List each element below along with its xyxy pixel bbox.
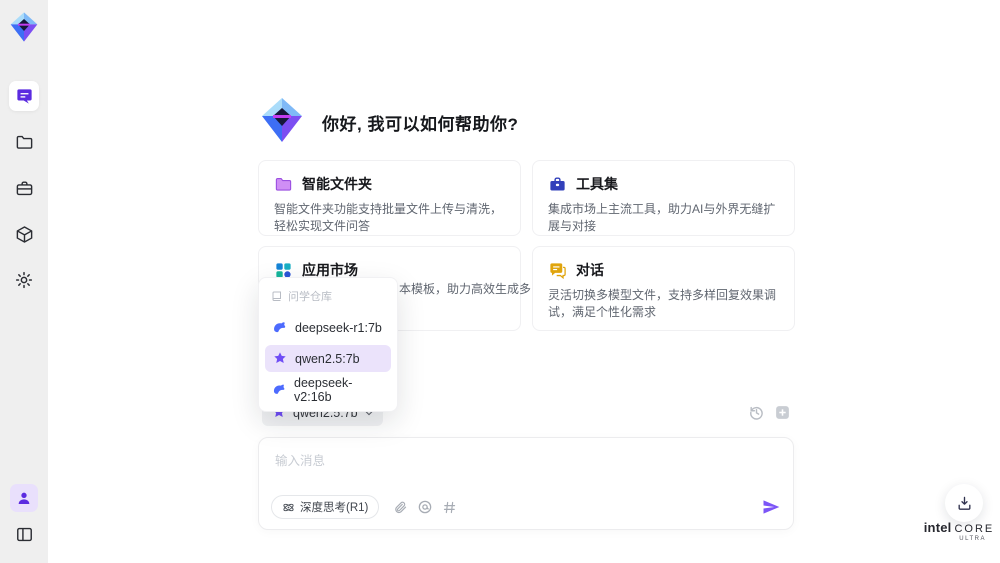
sidebar-item-settings[interactable] — [9, 265, 39, 295]
history-button[interactable] — [748, 404, 765, 421]
card-dialog[interactable]: 对话 灵活切换多模型文件，支持多样回复效果调试，满足个性化需求 — [532, 246, 795, 331]
atom-icon — [283, 503, 294, 511]
send-button[interactable] — [761, 497, 781, 517]
toolset-icon — [550, 176, 565, 190]
model-option-deepseek-r1[interactable]: deepseek-r1:7b — [265, 314, 391, 341]
sidebar-item-chat[interactable] — [9, 81, 39, 111]
intel-brand-text: intel — [923, 520, 952, 535]
card-title: 智能文件夹 — [302, 176, 372, 192]
chat-input-placeholder: 输入消息 — [275, 454, 326, 468]
prompt-library-button[interactable] — [442, 500, 457, 515]
card-desc: 灵活切换多模型文件，支持多样回复效果调试，满足个性化需求 — [548, 288, 777, 319]
deepseek-whale-icon — [273, 384, 285, 394]
chat-icon — [16, 88, 32, 104]
chat-input-toolbar: 深度思考(R1) — [271, 495, 781, 519]
dialog-icon — [550, 262, 566, 279]
download-icon — [958, 496, 970, 510]
deep-think-toggle[interactable]: 深度思考(R1) — [271, 495, 380, 519]
sidebar — [0, 0, 48, 563]
intel-core-logo: intel core ULTRA — [924, 520, 993, 542]
model-dropdown-menu: 问学仓库 deepseek-r1:7b qwen2.5:7b deepseek-… — [258, 277, 398, 412]
cube-icon — [16, 225, 32, 243]
greeting-logo-icon — [258, 96, 306, 144]
deepseek-whale-icon — [274, 321, 286, 332]
sidebar-item-folders[interactable] — [9, 127, 39, 157]
card-title: 工具集 — [576, 176, 618, 192]
sidebar-collapse-button[interactable] — [9, 519, 39, 549]
gear-icon — [15, 271, 33, 289]
briefcase-icon — [16, 180, 32, 195]
model-option-deepseek-v2[interactable]: deepseek-v2:16b — [265, 376, 391, 404]
new-chat-plus-icon — [776, 406, 789, 419]
card-desc-partial: 本模板，助力高效生成多 — [399, 282, 532, 296]
at-circle-icon — [419, 500, 432, 514]
attach-button[interactable] — [393, 500, 408, 515]
card-desc: 集成市场上主流工具，助力AI与外界无缝扩展与对接 — [548, 202, 776, 233]
send-icon — [763, 500, 780, 514]
card-smart-folder[interactable]: 智能文件夹 智能文件夹功能支持批量文件上传与清洗，轻松实现文件问答 — [258, 160, 521, 236]
new-chat-button[interactable] — [774, 404, 791, 421]
core-brand-text: core — [954, 523, 995, 535]
sidebar-item-toolset[interactable] — [9, 173, 39, 203]
user-icon — [18, 492, 30, 504]
history-icon — [750, 406, 763, 420]
repo-icon — [272, 291, 281, 301]
hash-icon — [444, 501, 456, 513]
greeting-text: 你好, 我可以如何帮助你? — [322, 115, 519, 134]
card-desc: 智能文件夹功能支持批量文件上传与清洗，轻松实现文件问答 — [274, 202, 503, 233]
sidebar-item-account[interactable] — [10, 484, 38, 512]
smart-folder-icon — [275, 177, 292, 191]
model-dropdown-header: 问学仓库 — [265, 284, 391, 310]
model-option-qwen[interactable]: qwen2.5:7b — [265, 345, 391, 372]
folder-icon — [16, 135, 32, 149]
card-toolset[interactable]: 工具集 集成市场上主流工具，助力AI与外界无缝扩展与对接 — [532, 160, 795, 236]
ultra-brand-text: ULTRA — [959, 536, 986, 542]
sidebar-item-models[interactable] — [9, 219, 39, 249]
card-title: 对话 — [576, 262, 604, 278]
chat-actions — [748, 404, 791, 421]
panel-icon — [16, 527, 32, 541]
paperclip-icon — [395, 501, 407, 513]
qwen-star-icon — [274, 351, 286, 363]
download-fab-button[interactable] — [945, 484, 983, 522]
mention-button[interactable] — [417, 499, 433, 515]
app-logo-icon — [8, 11, 40, 43]
chat-input-box[interactable]: 输入消息 深度思考(R1) — [258, 437, 794, 530]
